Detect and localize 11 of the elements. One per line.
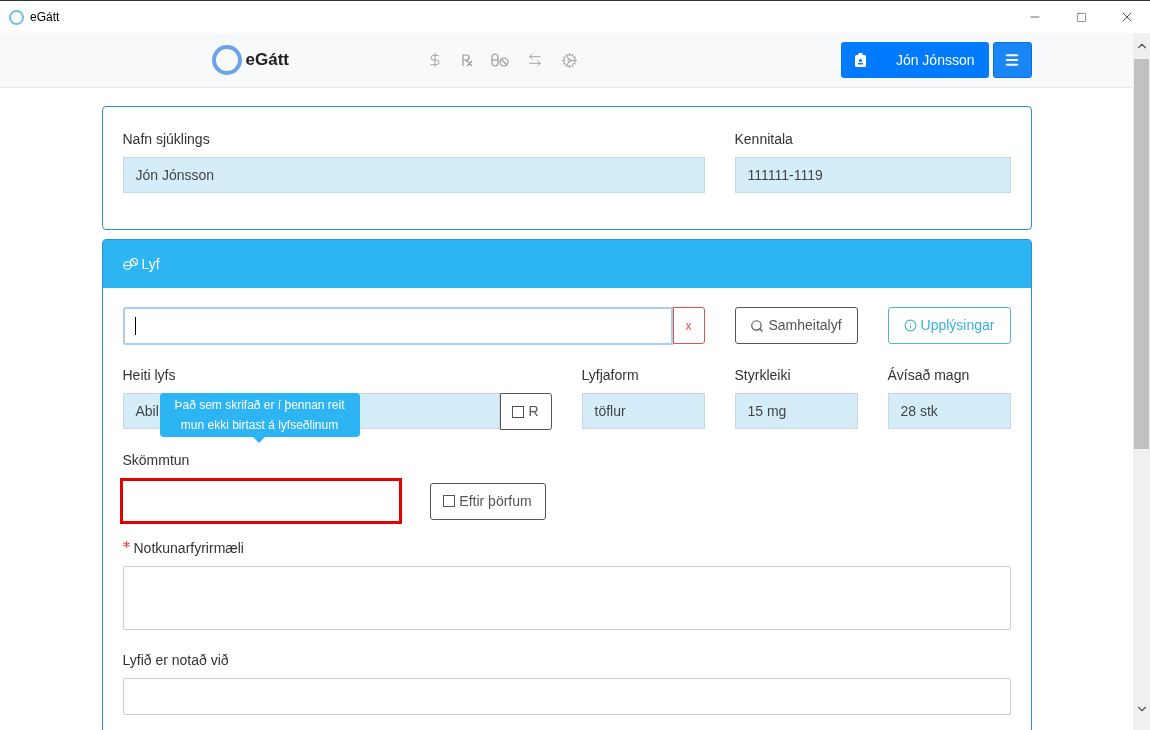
field-label: Nafn sjúklings: [122, 130, 211, 149]
field-label: Styrkleiki: [734, 366, 792, 385]
field-label: Lyfið er notað við: [122, 651, 230, 670]
card-title: Lyf: [141, 254, 160, 274]
window-title: eGátt: [30, 9, 60, 26]
field-label: Heiti lyfs: [122, 366, 177, 385]
field-label: Notkunarfyrirmæli: [133, 539, 244, 558]
field-label: Ávísað magn: [887, 366, 971, 385]
field-label: Skömmtun: [122, 451, 191, 470]
field-label: Lyfjaform: [581, 366, 640, 385]
field-label: Kennitala: [734, 130, 794, 149]
